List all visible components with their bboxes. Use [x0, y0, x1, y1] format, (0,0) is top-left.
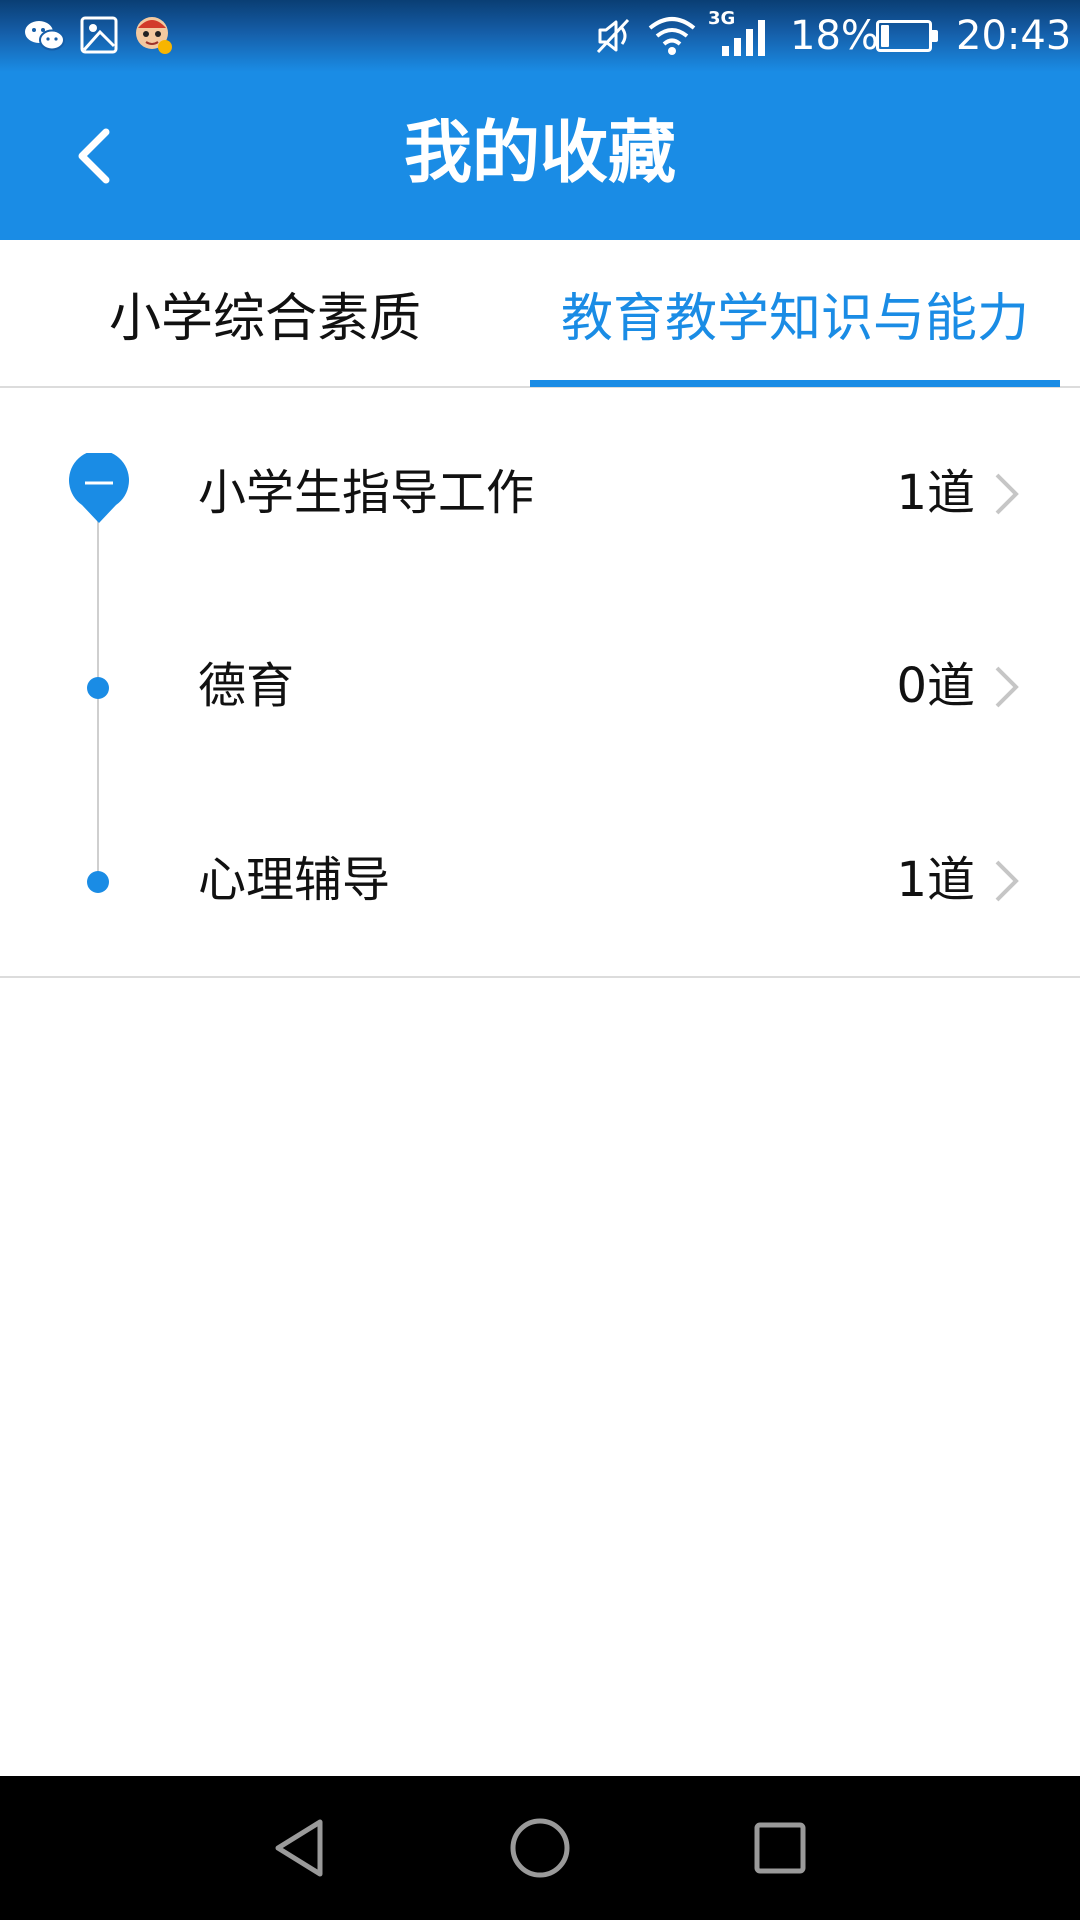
- timeline-dot: [87, 677, 109, 699]
- status-time: 20:43: [956, 13, 1072, 59]
- list-item-count: 1道: [896, 465, 975, 521]
- mute-icon: [596, 18, 630, 54]
- collapse-pin-icon[interactable]: [68, 453, 130, 525]
- gallery-icon: [80, 16, 118, 54]
- app-bar: 我的收藏: [0, 72, 1080, 240]
- category-list: 小学生指导工作 1道 德育 0道 心理辅导 1道: [0, 388, 1080, 978]
- avatar-icon: [136, 17, 172, 54]
- chevron-right-icon: [995, 473, 1019, 515]
- list-item-count: 0道: [896, 658, 975, 714]
- list-item[interactable]: 德育 0道: [0, 606, 1080, 766]
- list-item-count: 1道: [896, 852, 975, 908]
- screen: 3G 18% 20:43 我的收藏 小学综合素质 教育教学知识与能力 小学生指导…: [0, 0, 1080, 1920]
- active-tab-indicator: [530, 380, 1060, 387]
- battery-percent: 18%: [790, 13, 879, 59]
- chevron-right-icon: [995, 860, 1019, 902]
- nav-recent-button[interactable]: [728, 1796, 832, 1900]
- page-title: 我的收藏: [403, 114, 676, 193]
- signal-icon: [722, 20, 765, 56]
- triangle-back-icon: [275, 1819, 323, 1877]
- wechat-icon: [25, 21, 65, 51]
- wifi-icon: [648, 17, 696, 55]
- list-item-label: 心理辅导: [198, 852, 391, 908]
- navigation-bar: [0, 1776, 1080, 1920]
- circle-home-icon: [510, 1818, 570, 1878]
- tab-teaching-knowledge-ability[interactable]: 教育教学知识与能力: [530, 240, 1060, 386]
- tab-primary-comprehensive-quality[interactable]: 小学综合素质: [40, 240, 490, 386]
- square-recent-icon: [754, 1822, 806, 1874]
- list-item-label: 小学生指导工作: [198, 465, 535, 521]
- timeline-dot: [87, 871, 109, 893]
- list-item-label: 德育: [198, 658, 295, 714]
- status-bar: 3G 18% 20:43: [0, 0, 1080, 72]
- tab-bar: 小学综合素质 教育教学知识与能力: [0, 240, 1080, 388]
- chevron-right-icon: [995, 666, 1019, 708]
- list-item[interactable]: 小学生指导工作 1道: [0, 413, 1080, 573]
- nav-back-button[interactable]: [248, 1796, 352, 1900]
- list-item[interactable]: 心理辅导 1道: [0, 800, 1080, 960]
- battery-fill: [881, 25, 889, 47]
- nav-home-button[interactable]: [488, 1796, 592, 1900]
- battery-icon: [876, 20, 938, 52]
